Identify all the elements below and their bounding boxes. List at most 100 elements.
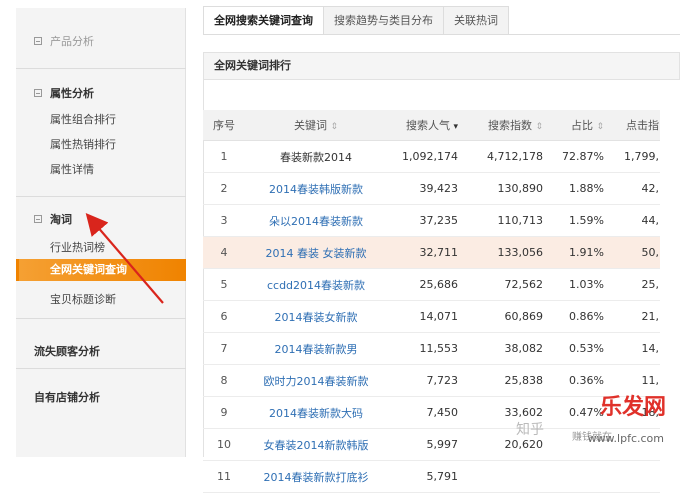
cell-share: 0.53% [547,332,608,365]
cell-index: 9 [203,396,245,429]
column-header-label: 占比 [570,119,593,132]
cell-clicks: 25, [608,268,660,301]
sidebar: 产品分析 属性分析 属性组合排行 属性热销排行 属性详情 淘词 行业热词榜 全网… [16,8,186,457]
cell-index: 6 [203,300,245,333]
cell-clicks: 14, [608,332,660,365]
cell-index: 11 [203,460,245,493]
cell-share: 1.88% [547,172,608,205]
watermark-zhihu: 知乎 [516,422,544,438]
cell-popularity: 14,071 [387,300,462,333]
collapse-icon [34,37,42,45]
cell-share: 1.59% [547,204,608,237]
sidebar-section-title-attribute[interactable]: 属性分析 [34,85,94,101]
sidebar-item-label: 淘词 [50,213,72,226]
sort-desc-icon: ▾ [453,122,458,132]
sidebar-item-title-diagnosis[interactable]: 宝贝标题诊断 [50,291,116,307]
sort-icon: ⇕ [535,122,543,132]
tab-keyword-search[interactable]: 全网搜索关键词查询 [203,6,324,34]
cell-popularity: 5,997 [387,428,462,461]
cell-search-index: 72,562 [462,268,547,301]
tab-related-hotwords[interactable]: 关联热词 [443,6,509,34]
cell-keyword-link[interactable]: 2014春装新款大码 [245,396,387,429]
sidebar-item-attr-combo[interactable]: 属性组合排行 [50,111,116,127]
column-header-label: 搜索指数 [487,119,532,132]
column-header-label: 关键词 [293,119,327,132]
cell-share: 0.86% [547,300,608,333]
cell-index: 3 [203,204,245,237]
cell-keyword-link: 春装新款2014 [245,140,387,173]
sidebar-item-product-analysis[interactable]: 产品分析 [34,33,94,49]
cell-search-index: 110,713 [462,204,547,237]
cell-keyword-link[interactable]: ccdd2014春装新款 [245,268,387,301]
sidebar-section-attribute: 属性分析 属性组合排行 属性热销排行 属性详情 [16,68,186,196]
column-header-popularity[interactable]: 搜索人气 ▾ [387,110,462,141]
sidebar-item-keyword-search[interactable]: 全网关键词查询 [16,259,186,281]
cell-keyword-link[interactable]: 2014春装新款男 [245,332,387,365]
sidebar-item-label: 产品分析 [50,35,94,48]
cell-popularity: 5,791 [387,460,462,493]
cell-popularity: 7,723 [387,364,462,397]
cell-keyword-link[interactable]: 朵以2014春装新款 [245,204,387,237]
sidebar-item-own-shop[interactable]: 自有店铺分析 [34,389,100,405]
table-header-row: 序号 关键词 ⇕ 搜索人气 ▾ 搜索指数 ⇕ 占比 ⇕ 点击指 [203,110,660,141]
watermark-brand: 乐发网 [599,394,666,420]
cell-keyword-link[interactable]: 2014 春装 女装新款 [245,236,387,269]
cell-clicks: 21, [608,300,660,333]
tab-bar: 全网搜索关键词查询 搜索趋势与类目分布 关联热词 [203,6,509,34]
watermark-url: www.lpfc.com [587,432,664,445]
table-row: 5 ccdd2014春装新款 25,686 72,562 1.03% 25, [203,268,660,301]
cell-keyword-link[interactable]: 2014春装新款打底衫 [245,460,387,493]
cell-share: 1.91% [547,236,608,269]
cell-popularity: 11,553 [387,332,462,365]
cell-clicks: 1,799, [608,140,660,173]
cell-search-index: 130,890 [462,172,547,205]
sidebar-section-title-taoci[interactable]: 淘词 [34,211,72,227]
cell-keyword-link[interactable]: 欧时力2014春装新款 [245,364,387,397]
cell-index: 10 [203,428,245,461]
column-header-share[interactable]: 占比 ⇕ [547,110,608,141]
column-header-index: 序号 [203,110,245,141]
cell-search-index: 38,082 [462,332,547,365]
sort-icon: ⇕ [596,122,604,132]
cell-share: 1.03% [547,268,608,301]
table-row: 4 2014 春装 女装新款 32,711 133,056 1.91% 50, [203,236,660,269]
tab-trend-category[interactable]: 搜索趋势与类目分布 [323,6,444,34]
sidebar-item-lost-customers[interactable]: 流失顾客分析 [34,343,100,359]
cell-keyword-link[interactable]: 女春装2014新款韩版 [245,428,387,461]
column-header-clicks[interactable]: 点击指 [608,110,660,141]
sidebar-item-attr-detail[interactable]: 属性详情 [50,161,94,177]
cell-search-index: 133,056 [462,236,547,269]
cell-clicks [608,460,660,493]
table-row: 6 2014春装女新款 14,071 60,869 0.86% 21, [203,300,660,333]
cell-popularity: 37,235 [387,204,462,237]
sidebar-item-industry-hotwords[interactable]: 行业热词榜 [50,239,105,255]
cell-popularity: 7,450 [387,396,462,429]
cell-popularity: 32,711 [387,236,462,269]
cell-keyword-link[interactable]: 2014春装韩版新款 [245,172,387,205]
cell-clicks: 44, [608,204,660,237]
column-header-search-index[interactable]: 搜索指数 ⇕ [462,110,547,141]
cell-index: 2 [203,172,245,205]
sidebar-item-attr-hot[interactable]: 属性热销排行 [50,136,116,152]
cell-keyword-link[interactable]: 2014春装女新款 [245,300,387,333]
sidebar-section-lost: 流失顾客分析 [16,318,186,368]
table-row: 3 朵以2014春装新款 37,235 110,713 1.59% 44, [203,204,660,237]
cell-search-index [462,460,547,493]
table-row: 7 2014春装新款男 11,553 38,082 0.53% 14, [203,332,660,365]
cell-index: 1 [203,140,245,173]
panel-title: 全网关键词排行 [203,52,680,80]
collapse-icon [34,215,42,223]
column-header-keyword[interactable]: 关键词 ⇕ [245,110,387,141]
cell-popularity: 39,423 [387,172,462,205]
cell-share [547,460,608,493]
table-row: 11 2014春装新款打底衫 5,791 [203,460,660,493]
cell-clicks: 50, [608,236,660,269]
cell-popularity: 1,092,174 [387,140,462,173]
cell-share: 72.87% [547,140,608,173]
table-row: 2 2014春装韩版新款 39,423 130,890 1.88% 42, [203,172,660,205]
sidebar-section-product: 产品分析 [16,8,186,68]
watermark: 知乎 乐发网 赚钱就在 www.lpfc.com [464,391,674,453]
tab-divider [203,34,680,35]
column-header-label: 搜索人气 [405,119,450,132]
cell-index: 5 [203,268,245,301]
